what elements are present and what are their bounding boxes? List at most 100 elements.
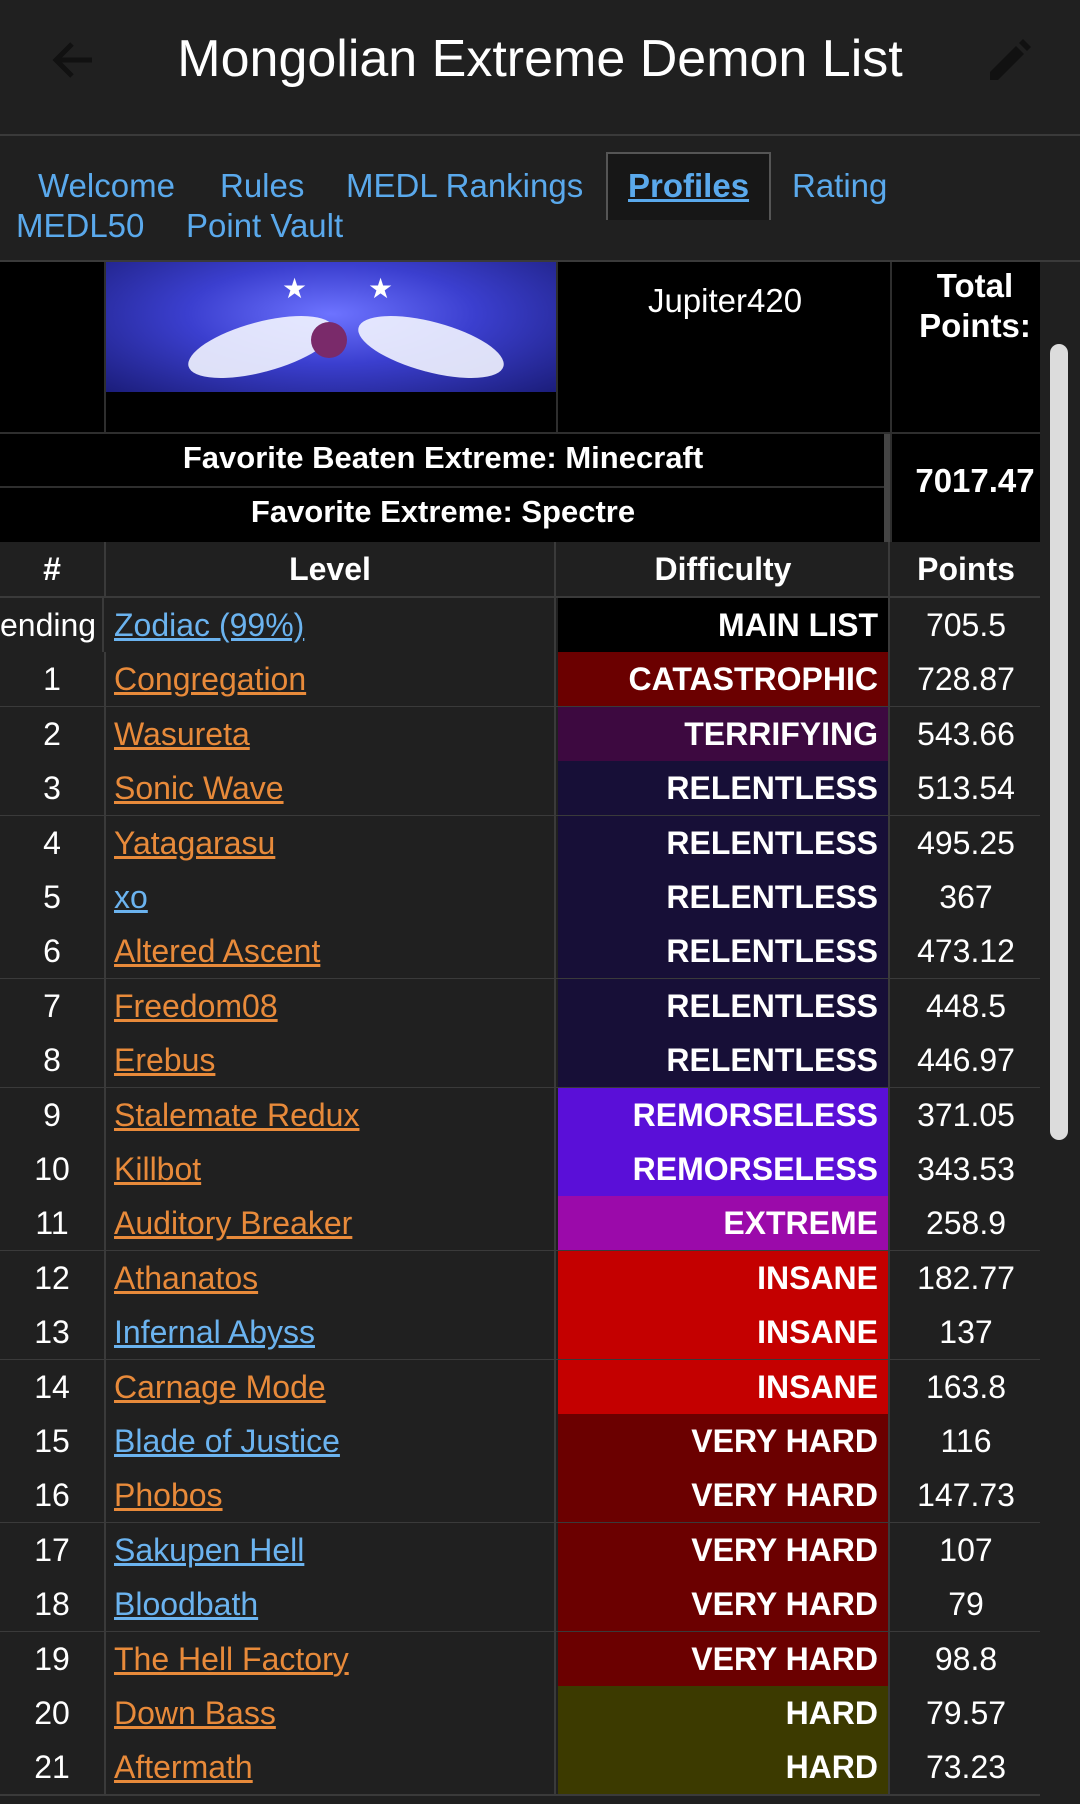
difficulty-badge: HARD (558, 1686, 890, 1740)
level-link[interactable]: Carnage Mode (114, 1369, 326, 1405)
header-number: # (0, 542, 106, 596)
row-rank: 4 (0, 815, 106, 870)
difficulty-badge: RELENTLESS (558, 1033, 890, 1088)
row-rank: 8 (0, 1033, 106, 1088)
table-row: 11 Auditory Breaker EXTREME 258.9 (0, 1196, 1040, 1253)
table-row: 6 Altered Ascent RELENTLESS 473.12 (0, 924, 1040, 981)
arrow-left-icon[interactable] (44, 30, 104, 90)
row-points: 107 (939, 1531, 993, 1568)
level-link[interactable]: Wasureta (114, 716, 250, 752)
total-points-value: 7017.47 (915, 462, 1035, 499)
level-link[interactable]: Freedom08 (114, 988, 278, 1024)
row-level-cell: Erebus (106, 1033, 556, 1088)
scrollbar-thumb[interactable] (1050, 344, 1068, 1140)
level-link[interactable]: Down Bass (114, 1695, 276, 1731)
level-link[interactable]: Blade of Justice (114, 1423, 340, 1459)
level-link[interactable]: Congregation (114, 661, 306, 697)
row-points: 147.73 (917, 1477, 1015, 1514)
difficulty-badge: RELENTLESS (558, 978, 890, 1033)
difficulty-badge: VERY HARD (558, 1631, 890, 1686)
difficulty-badge: VERY HARD (558, 1468, 890, 1523)
table-row: 19 The Hell Factory VERY HARD 98.8 (0, 1631, 1040, 1688)
row-rank: 7 (0, 978, 106, 1033)
table-row: 9 Stalemate Redux REMORSELESS 371.05 (0, 1087, 1040, 1144)
table-header-row: # Level Difficulty Points (0, 542, 1040, 598)
level-link[interactable]: Infernal Abyss (114, 1314, 315, 1350)
row-points: 513.54 (917, 770, 1015, 807)
header-points: Points (917, 551, 1015, 587)
difficulty-badge: RELENTLESS (558, 815, 890, 870)
level-link[interactable]: Zodiac (99%) (114, 607, 304, 643)
row-points: 446.97 (917, 1042, 1015, 1079)
level-link[interactable]: Sonic Wave (114, 770, 284, 806)
level-link[interactable]: Bloodbath (114, 1586, 258, 1622)
profile-banner-image: ★ ★ (106, 262, 556, 392)
table-row: 15 Blade of Justice VERY HARD 116 (0, 1414, 1040, 1470)
row-level-cell: Wasureta (106, 706, 556, 761)
table-row: 20 Down Bass HARD 79.57 (0, 1686, 1040, 1742)
tab-profiles[interactable]: Profiles (606, 152, 772, 220)
table-row: 7 Freedom08 RELENTLESS 448.5 (0, 978, 1040, 1035)
row-level-cell: Freedom08 (106, 978, 556, 1033)
row-points: 728.87 (917, 661, 1015, 698)
level-link[interactable]: Sakupen Hell (114, 1532, 304, 1568)
difficulty-badge: RELENTLESS (558, 870, 890, 924)
row-points: 182.77 (917, 1259, 1015, 1296)
tab-point-vault[interactable]: Point Vault (186, 206, 343, 246)
row-rank: 16 (0, 1468, 106, 1523)
table-row: 4 Yatagarasu RELENTLESS 495.25 (0, 815, 1040, 872)
row-points: 163.8 (925, 1368, 1007, 1405)
table-row: 8 Erebus RELENTLESS 446.97 (0, 1033, 1040, 1090)
level-link[interactable]: Yatagarasu (114, 825, 275, 861)
row-points: 705.5 (925, 607, 1007, 643)
table-row: ending Zodiac (99%) MAIN LIST 705.5 (0, 598, 1040, 654)
level-link[interactable]: Killbot (114, 1151, 201, 1187)
tab-welcome[interactable]: Welcome (38, 166, 175, 206)
row-level-cell: Aftermath (106, 1740, 556, 1795)
level-link[interactable]: The Hell Factory (114, 1641, 349, 1677)
level-link[interactable]: Auditory Breaker (114, 1205, 352, 1241)
difficulty-badge: REMORSELESS (558, 1087, 890, 1142)
row-points: 495.25 (917, 824, 1015, 861)
difficulty-badge: RELENTLESS (558, 924, 890, 979)
row-rank: 5 (0, 870, 106, 924)
profile-header: ★ ★ Jupiter420 Total Points: Favorite Be… (0, 262, 1040, 542)
row-rank: 11 (0, 1196, 106, 1251)
difficulty-badge: VERY HARD (558, 1414, 890, 1468)
table-row: 3 Sonic Wave RELENTLESS 513.54 (0, 761, 1040, 818)
row-rank: 12 (0, 1250, 106, 1305)
row-rank: 3 (0, 761, 106, 816)
tab-medl50[interactable]: MEDL50 (16, 206, 144, 246)
tab-rules[interactable]: Rules (220, 166, 304, 206)
row-rank: 17 (0, 1522, 106, 1577)
row-level-cell: Auditory Breaker (106, 1196, 556, 1251)
row-level-cell: Yatagarasu (106, 815, 556, 870)
row-level-cell: Carnage Mode (106, 1359, 556, 1414)
difficulty-badge: INSANE (558, 1250, 890, 1305)
tab-rating[interactable]: Rating (792, 166, 887, 206)
app-bar: Mongolian Extreme Demon List (0, 0, 1080, 136)
row-level-cell: Zodiac (99%) (106, 598, 556, 652)
level-link[interactable]: Erebus (114, 1042, 215, 1078)
row-points: 543.66 (917, 715, 1015, 752)
table-row: 17 Sakupen Hell VERY HARD 107 (0, 1522, 1040, 1579)
tab-medl-rankings[interactable]: MEDL Rankings (346, 166, 583, 206)
difficulty-badge: REMORSELESS (558, 1142, 890, 1196)
row-level-cell: xo (106, 870, 556, 924)
level-link[interactable]: Athanatos (114, 1260, 258, 1296)
table-row: 21 Aftermath HARD 73.23 (0, 1740, 1040, 1797)
difficulty-badge: EXTREME (558, 1196, 890, 1251)
level-link[interactable]: Stalemate Redux (114, 1097, 359, 1133)
pencil-icon[interactable] (980, 30, 1040, 90)
level-link[interactable]: Aftermath (114, 1749, 253, 1785)
favorite-beaten-extreme: Favorite Beaten Extreme: Minecraft (182, 440, 704, 475)
row-level-cell: Bloodbath (106, 1577, 556, 1632)
row-points: 98.8 (934, 1640, 998, 1677)
level-link[interactable]: xo (114, 879, 148, 915)
total-points-label: Total Points: (919, 267, 1031, 344)
row-points: 258.9 (925, 1205, 1007, 1242)
difficulty-badge: INSANE (558, 1359, 890, 1414)
level-link[interactable]: Phobos (114, 1477, 223, 1513)
level-link[interactable]: Altered Ascent (114, 933, 320, 969)
table-row: 16 Phobos VERY HARD 147.73 (0, 1468, 1040, 1525)
